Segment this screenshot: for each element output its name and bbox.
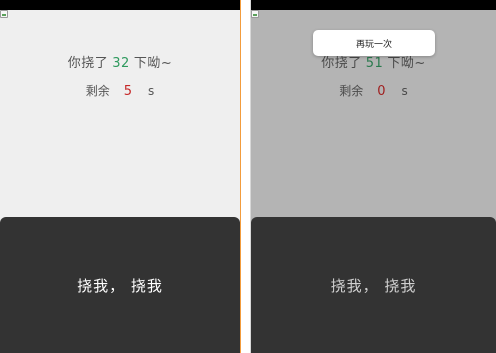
play-again-button[interactable]: 再玩一次 (313, 30, 435, 56)
remaining-time-label: 剩余 (85, 84, 110, 98)
status-bar (251, 0, 496, 10)
tap-count-prefix: 你挠了 (67, 56, 109, 71)
tap-count-suffix: 下呦~ (387, 56, 426, 71)
screenshot-divider (240, 0, 251, 353)
remaining-time-unit: s (401, 84, 408, 98)
remaining-time-label: 剩余 (339, 84, 364, 98)
tap-me-label: 挠我， 挠我 (77, 276, 163, 295)
game-screen-playing: 你挠了 32 下呦~ 剩余 5 s 挠我， 挠我 (0, 0, 240, 353)
remaining-time-unit: s (148, 84, 155, 98)
tap-count-value: 51 (365, 56, 384, 71)
remaining-time-text: 剩余 0 s (251, 82, 496, 99)
broken-image-icon (251, 10, 259, 18)
tap-count-value: 32 (112, 56, 130, 71)
broken-image-icon (0, 10, 8, 18)
remaining-time-value: 5 (123, 84, 133, 99)
divider-line-left (240, 0, 241, 353)
remaining-time-text: 剩余 5 s (0, 82, 240, 99)
tap-count-suffix: 下呦~ (133, 56, 173, 71)
tap-count-prefix: 你挠了 (321, 56, 362, 71)
tap-me-button[interactable]: 挠我， 挠我 (0, 217, 240, 353)
tap-me-label: 挠我， 挠我 (330, 276, 417, 295)
remaining-time-value: 0 (377, 84, 386, 99)
status-bar (0, 0, 240, 10)
tap-count-text: 你挠了 32 下呦~ (0, 52, 240, 71)
game-screen-finished: 你挠了 51 下呦~ 剩余 0 s 再玩一次 挠我， 挠我 (251, 0, 496, 353)
tap-me-button[interactable]: 挠我， 挠我 (251, 217, 496, 353)
